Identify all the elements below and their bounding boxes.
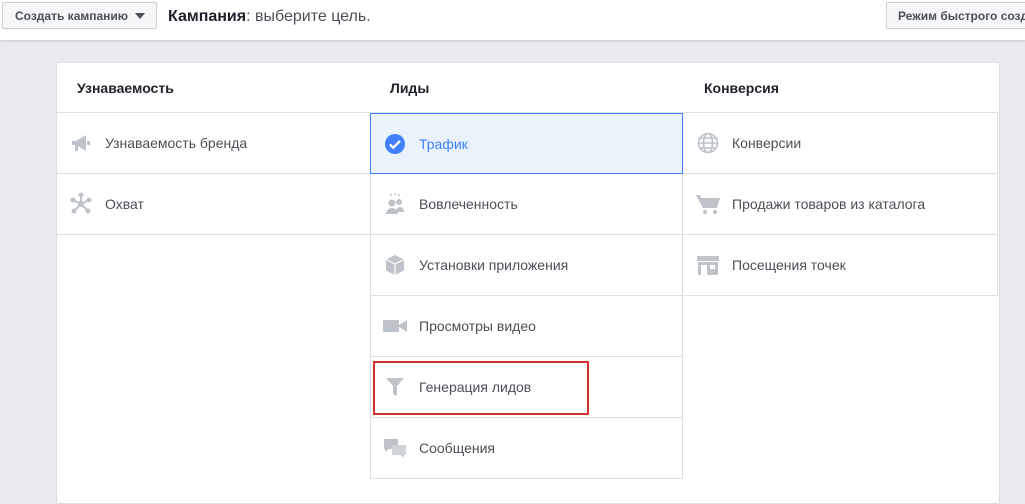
objective-label: Вовлеченность [419,196,518,212]
objective-store-visits[interactable]: Посещения точек [684,235,998,296]
objective-brand-awareness[interactable]: Узнаваемость бренда [57,113,370,174]
objective-traffic[interactable]: Трафик [370,113,683,174]
objective-label: Узнаваемость бренда [105,135,248,151]
objective-label: Установки приложения [419,257,569,273]
quick-creation-button[interactable]: Режим быстрого созд [886,2,1025,29]
reach-icon [69,192,93,216]
objective-label: Посещения точек [732,257,846,273]
quick-creation-label: Режим быстрого созд [898,8,1025,23]
column-heading: Конверсия [684,63,998,113]
create-campaign-button[interactable]: Создать кампанию [2,2,157,29]
top-toolbar: Создать кампанию Кампания: выберите цель… [0,0,1025,41]
objective-label: Просмотры видео [419,318,536,334]
objective-catalog-sales[interactable]: Продажи товаров из каталога [684,174,998,235]
page-title-strong: Кампания [168,8,247,25]
objective-label: Продажи товаров из каталога [732,196,926,212]
store-icon [696,253,720,277]
column-awareness: Узнаваемость Узнаваемость бренда Охват [57,63,370,503]
lead-generation-highlight-box [373,361,589,415]
objective-label: Конверсии [732,135,802,151]
column-heading: Узнаваемость [57,63,370,113]
column-leads: Лиды Трафик Вовлеченность Установки прил… [370,63,683,503]
people-icon [383,192,407,216]
objective-label: Охват [105,196,144,212]
column-conversion: Конверсия Конверсии Продажи товаров из к… [684,63,998,503]
objective-label: Сообщения [419,440,495,456]
video-camera-icon [383,314,407,338]
box-icon [383,253,407,277]
objective-conversions[interactable]: Конверсии [684,113,998,174]
column-heading: Лиды [370,63,683,113]
chevron-down-icon [135,12,146,19]
page-title: Кампания: выберите цель. [168,8,371,26]
create-campaign-label: Создать кампанию [15,8,129,23]
cart-icon [696,192,720,216]
objective-reach[interactable]: Охват [57,174,370,235]
globe-icon [696,131,720,155]
objective-panel: Узнаваемость Узнаваемость бренда Охват Л… [56,62,1000,504]
page-title-rest: : выберите цель. [246,8,371,25]
megaphone-icon [69,131,93,155]
objective-label: Трафик [419,135,468,152]
check-circle-icon [383,132,407,156]
objective-messages[interactable]: Сообщения [370,418,683,479]
objective-app-installs[interactable]: Установки приложения [370,235,683,296]
chat-bubbles-icon [383,436,407,460]
objective-video-views[interactable]: Просмотры видео [370,296,683,357]
objective-engagement[interactable]: Вовлеченность [370,174,683,235]
